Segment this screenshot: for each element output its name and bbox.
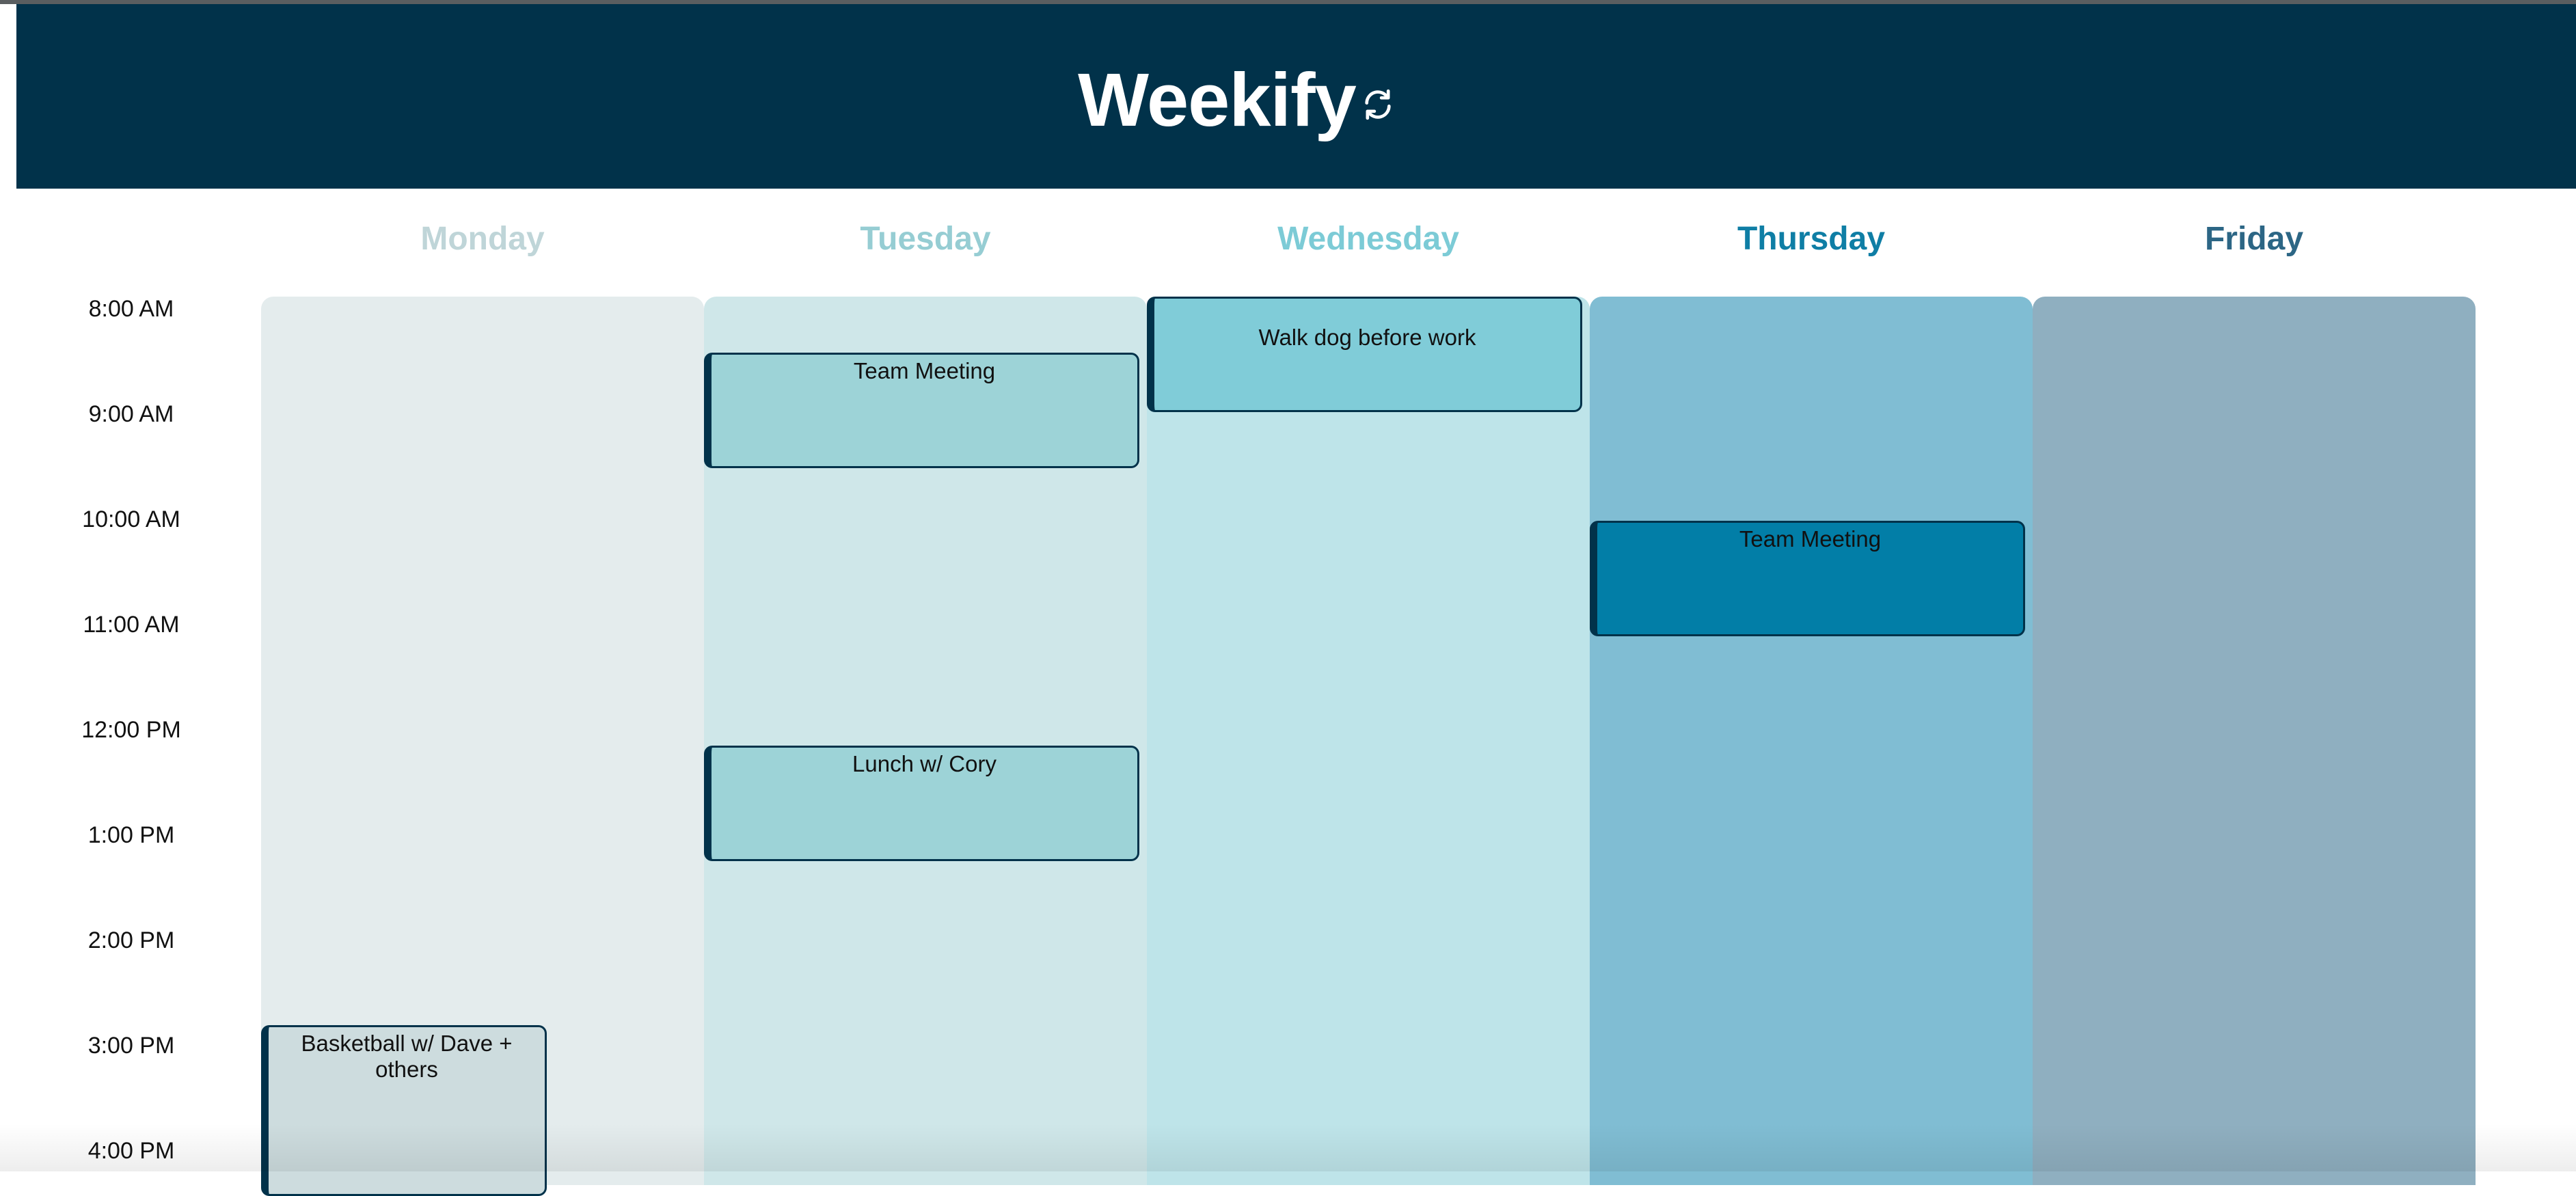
event-walk-dog[interactable]: Walk dog before work	[1147, 297, 1582, 412]
event-title: Lunch w/ Cory	[852, 751, 996, 776]
time-label: 3:00 PM	[87, 1033, 175, 1059]
time-label: 4:00 PM	[87, 1138, 175, 1164]
time-label: 1:00 PM	[87, 822, 175, 848]
day-column-tuesday[interactable]: Team Meeting Lunch w/ Cory	[704, 297, 1147, 1185]
time-label: 12:00 PM	[81, 717, 181, 743]
day-column-friday[interactable]	[2033, 297, 2476, 1185]
app-title: Weekify	[1078, 57, 1357, 142]
day-header-friday: Friday	[2204, 221, 2304, 257]
time-label: 8:00 AM	[88, 296, 174, 322]
event-team-meeting-tuesday[interactable]: Team Meeting	[704, 353, 1139, 468]
event-title: Walk dog before work	[1258, 325, 1476, 350]
time-label: 2:00 PM	[87, 927, 175, 953]
day-column-wednesday[interactable]: Walk dog before work	[1147, 297, 1590, 1185]
title-group: Weekify	[1078, 57, 1397, 144]
day-column-monday[interactable]: Basketball w/ Dave + others	[261, 297, 704, 1196]
day-column-thursday[interactable]: Team Meeting	[1590, 297, 2033, 1185]
event-team-meeting-thursday[interactable]: Team Meeting	[1590, 521, 2025, 636]
day-header-wednesday: Wednesday	[1277, 221, 1459, 257]
time-label: 10:00 AM	[82, 506, 180, 532]
day-header-tuesday: Tuesday	[860, 221, 991, 257]
day-header-thursday: Thursday	[1737, 221, 1886, 257]
time-label: 11:00 AM	[83, 612, 180, 638]
time-label: 9:00 AM	[88, 401, 174, 427]
app-header: Weekify	[16, 4, 2576, 189]
day-header-monday: Monday	[420, 221, 545, 257]
event-title: Basketball w/ Dave + others	[301, 1031, 513, 1082]
refresh-icon[interactable]	[1359, 85, 1397, 124]
event-basketball[interactable]: Basketball w/ Dave + others	[261, 1025, 547, 1196]
event-title: Team Meeting	[1739, 526, 1882, 552]
event-title: Team Meeting	[853, 358, 996, 383]
event-lunch-cory[interactable]: Lunch w/ Cory	[704, 746, 1139, 861]
